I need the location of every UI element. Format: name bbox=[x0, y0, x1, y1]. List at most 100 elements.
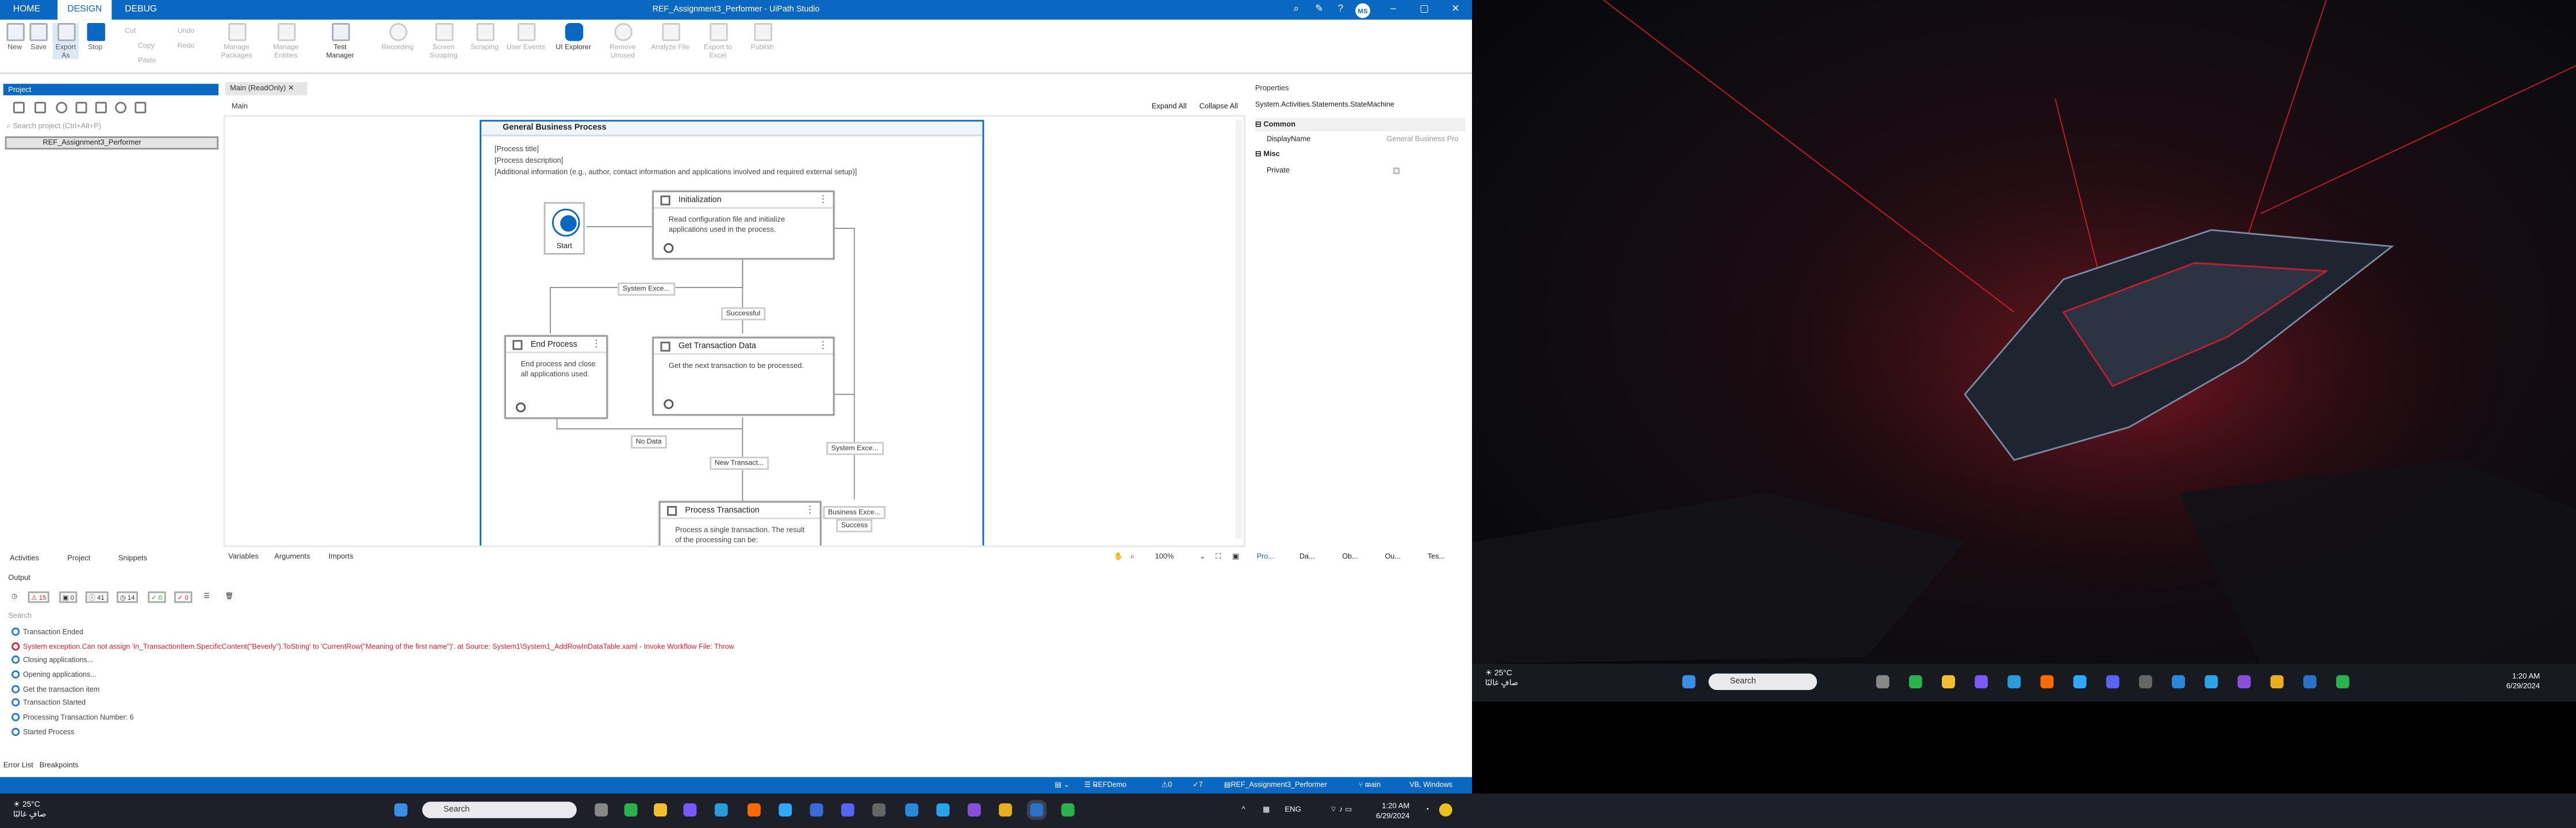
inner-app-icon[interactable] bbox=[1876, 675, 1889, 689]
edge-icon[interactable] bbox=[714, 803, 728, 816]
search-icon[interactable]: ⌕ bbox=[1290, 3, 1303, 17]
layout-icon[interactable]: ▤ ⌄ bbox=[1055, 777, 1070, 793]
failed-filter[interactable]: ✓ 0 bbox=[174, 591, 192, 603]
network-icon[interactable]: ▦ bbox=[1257, 805, 1270, 814]
photoshop-icon[interactable] bbox=[779, 803, 792, 816]
inner-photoshop-icon[interactable] bbox=[2073, 675, 2087, 689]
weather-widget[interactable]: ☀ 25°C صافٍ غالبًا bbox=[13, 802, 47, 819]
display-name-field[interactable]: General Business Pro bbox=[1386, 133, 1458, 146]
stop-button[interactable]: Stop bbox=[84, 23, 107, 51]
trace-filter[interactable]: ◷ 14 bbox=[116, 591, 139, 603]
success-filter[interactable]: ✓ 0 bbox=[148, 591, 166, 603]
whatsapp-icon[interactable] bbox=[624, 803, 638, 816]
publish-button[interactable]: Publish bbox=[744, 23, 780, 51]
redo-button[interactable]: Redo bbox=[178, 41, 194, 49]
inner-taskbar-search[interactable]: Search bbox=[1708, 673, 1817, 690]
more-icon[interactable]: ⋮ bbox=[818, 340, 828, 351]
language-indicator[interactable]: ENG bbox=[1278, 805, 1301, 814]
vscode-icon[interactable] bbox=[905, 803, 919, 816]
tab-outline[interactable]: Ou... bbox=[1385, 550, 1401, 564]
branch-selector[interactable]: ⑂ main ⌄ bbox=[1359, 777, 1381, 793]
project-selector[interactable]: ▤ REF_Assignment3_Performer bbox=[1224, 777, 1327, 793]
state-process-transaction[interactable]: Process Transaction ⋮ Process a single t… bbox=[658, 501, 822, 546]
file-explorer-icon[interactable] bbox=[654, 803, 667, 816]
avatar[interactable]: MS bbox=[1355, 3, 1370, 18]
more-icon[interactable]: ⋮ bbox=[805, 504, 815, 516]
private-checkbox[interactable] bbox=[1393, 167, 1400, 174]
inner-discord-icon[interactable] bbox=[2106, 675, 2119, 689]
export-to-excel-button[interactable]: Export to Excel bbox=[696, 23, 739, 59]
user-events-button[interactable]: User Events bbox=[506, 23, 546, 51]
more-icon[interactable]: ⋮ bbox=[592, 339, 601, 350]
app-icon[interactable] bbox=[872, 803, 885, 816]
state-initialization[interactable]: Initialization ⋮ Read configuration file… bbox=[652, 190, 835, 260]
copy-button[interactable]: Copy bbox=[138, 41, 155, 49]
app-icon[interactable] bbox=[1061, 803, 1075, 816]
warning-count[interactable]: ✓ 7 bbox=[1193, 777, 1203, 793]
refresh-icon[interactable] bbox=[56, 102, 68, 114]
inner-edge-icon[interactable] bbox=[2007, 675, 2021, 689]
tab-object-repository[interactable]: Ob... bbox=[1342, 550, 1358, 564]
inner-telegram-icon[interactable] bbox=[2205, 675, 2218, 689]
filter-icon[interactable] bbox=[135, 102, 147, 114]
canvas-scrollbar[interactable] bbox=[1235, 120, 1242, 539]
analyze-file-button[interactable]: Analyze File bbox=[650, 23, 690, 51]
more-icon[interactable]: ⋮ bbox=[818, 194, 828, 205]
manage-packages-button[interactable]: Manage Packages bbox=[215, 23, 258, 59]
telegram-icon[interactable] bbox=[936, 803, 950, 816]
test-manager-button[interactable]: Test Manager bbox=[319, 23, 361, 59]
help-icon[interactable]: ? bbox=[1334, 3, 1347, 17]
windows-start-icon[interactable] bbox=[394, 803, 408, 816]
inner-folder-icon[interactable] bbox=[1942, 675, 1955, 689]
copilot-icon[interactable] bbox=[1439, 803, 1452, 816]
collapse-icon[interactable] bbox=[13, 102, 25, 114]
collapse-all-button[interactable]: Collapse All bbox=[1199, 102, 1238, 110]
tab-error-list[interactable]: Error List bbox=[3, 761, 33, 769]
tab-breakpoints[interactable]: Breakpoints bbox=[40, 761, 79, 769]
inner-weather[interactable]: ☀ 25°C صافٍ غالبًا bbox=[1485, 670, 1519, 688]
sync-icon[interactable] bbox=[75, 102, 87, 114]
export-as-button[interactable]: Export As bbox=[52, 23, 79, 59]
tab-activities[interactable]: Activities bbox=[10, 552, 39, 564]
breadcrumb[interactable]: Main bbox=[232, 102, 248, 110]
document-tab[interactable]: Main (ReadOnly) ✕ bbox=[225, 82, 308, 95]
tab-variables[interactable]: Variables bbox=[228, 549, 259, 565]
transition-system-exception-2[interactable]: System Exce... bbox=[826, 442, 884, 455]
task-view-icon[interactable] bbox=[595, 803, 608, 816]
tab-data-manager[interactable]: Da... bbox=[1300, 550, 1315, 564]
transition-business-exception[interactable]: Business Exce... bbox=[823, 506, 885, 519]
uipath-taskbar-icon[interactable] bbox=[1030, 803, 1044, 816]
screen-scraping-button[interactable]: Screen Scraping bbox=[422, 23, 465, 59]
fit-screen-icon[interactable]: ⛶ bbox=[1216, 549, 1221, 565]
visual-studio-icon[interactable] bbox=[967, 803, 981, 816]
hand-icon[interactable]: ✋ bbox=[1114, 549, 1123, 565]
taskbar-search[interactable]: Search bbox=[422, 802, 577, 818]
expand-icon[interactable] bbox=[34, 102, 46, 114]
tab-snippets[interactable]: Snippets bbox=[118, 552, 147, 564]
maximize-icon[interactable]: ▢ bbox=[1409, 0, 1439, 20]
close-icon[interactable]: ✕ bbox=[1441, 0, 1470, 20]
repo-selector[interactable]: ☰ REFDemo ⌄ bbox=[1084, 777, 1126, 793]
inner-app-icon[interactable] bbox=[2336, 675, 2349, 689]
manage-entities-button[interactable]: Manage Entities bbox=[264, 23, 307, 59]
inner-chrome-icon[interactable] bbox=[2270, 675, 2284, 689]
inner-clock[interactable]: 1:20 AM 6/29/2024 bbox=[2458, 672, 2540, 690]
transition-new-transaction[interactable]: New Transact... bbox=[710, 457, 769, 470]
undo-button[interactable]: Undo bbox=[178, 26, 194, 34]
state-end-process[interactable]: End Process ⋮ End process and close all … bbox=[504, 335, 608, 419]
discord-icon[interactable] bbox=[841, 803, 854, 816]
inner-app-icon[interactable] bbox=[1975, 675, 1988, 689]
inner-illustrator-icon[interactable] bbox=[2040, 675, 2054, 689]
clock[interactable]: 1:20 AM 6/29/2024 bbox=[1360, 802, 1409, 819]
category-misc[interactable]: ⊟ Misc bbox=[1255, 148, 1466, 161]
scraping-button[interactable]: Scraping bbox=[465, 23, 505, 51]
error-count[interactable]: ⚠ 0 bbox=[1162, 777, 1172, 793]
ui-explorer-button[interactable]: UI Explorer bbox=[554, 23, 593, 51]
transition-system-exception[interactable]: System Exce... bbox=[618, 282, 675, 296]
transition-no-data[interactable]: No Data bbox=[631, 435, 667, 448]
notification-bell-icon[interactable]: ◔ bbox=[1416, 805, 1429, 814]
transition-successful[interactable]: Successful bbox=[721, 307, 765, 321]
tab-properties[interactable]: Pro... bbox=[1257, 550, 1274, 564]
error-filter[interactable]: ⚠ 15 bbox=[28, 591, 50, 603]
start-node[interactable]: Start bbox=[543, 202, 585, 255]
